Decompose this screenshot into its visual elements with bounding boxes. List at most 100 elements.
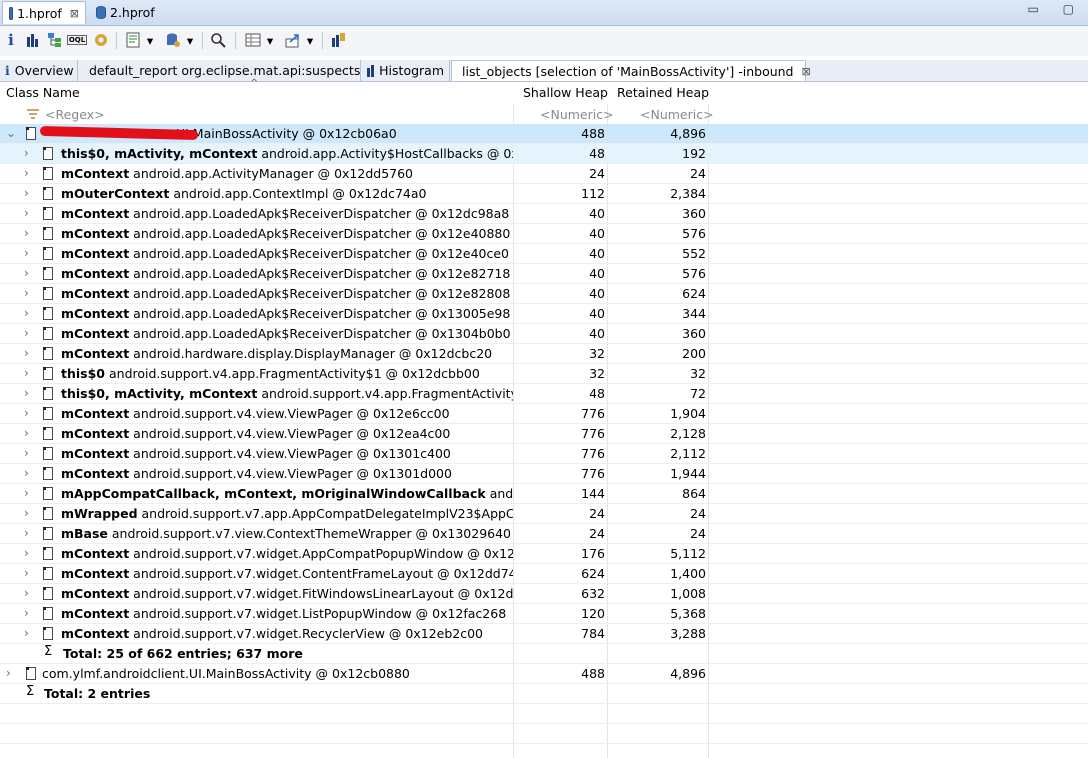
table-row[interactable]: › this$0, mActivity, mContext android.sup… bbox=[0, 384, 1088, 404]
table-row[interactable]: › mContext android.support.v4.view.ViewPa… bbox=[0, 464, 1088, 484]
column-header-retained-heap[interactable]: Retained Heap bbox=[617, 85, 709, 100]
table-row[interactable]: › mContext android.support.v4.view.ViewPa… bbox=[0, 404, 1088, 424]
table-row[interactable]: › mContext android.support.v7.widget.AppC… bbox=[0, 544, 1088, 564]
search-button[interactable] bbox=[208, 30, 228, 50]
reference-icon bbox=[43, 427, 53, 440]
run-report-dropdown[interactable]: ▾ bbox=[145, 30, 155, 50]
table-row[interactable]: › mWrapped android.support.v7.app.AppComp… bbox=[0, 504, 1088, 524]
chevron-right-icon[interactable]: › bbox=[24, 226, 29, 240]
editor-tab-2-hprof[interactable]: 2.hprof bbox=[90, 1, 162, 24]
chevron-right-icon[interactable]: › bbox=[24, 166, 29, 180]
table-row[interactable]: › this$0 android.support.v4.app.FragmentA… bbox=[0, 364, 1088, 384]
table-row[interactable]: › mContext android.support.v4.view.ViewPa… bbox=[0, 444, 1088, 464]
calculate-retained-button[interactable] bbox=[329, 30, 349, 50]
column-header-shallow-heap[interactable]: Shallow Heap bbox=[523, 85, 608, 100]
chevron-right-icon[interactable]: › bbox=[24, 466, 29, 480]
table-row[interactable]: › this$0, mActivity, mContext android.app… bbox=[0, 144, 1088, 164]
table-row[interactable]: › mContext android.app.LoadedApk$Receiver… bbox=[0, 244, 1088, 264]
chevron-right-icon[interactable]: › bbox=[24, 186, 29, 200]
chevron-right-icon[interactable]: › bbox=[24, 606, 29, 620]
export-dropdown[interactable]: ▾ bbox=[305, 30, 315, 50]
run-report-button[interactable] bbox=[123, 30, 143, 50]
reference-name: mContext android.app.LoadedApk$ReceiverD… bbox=[61, 286, 513, 301]
table-row[interactable]: › mContext android.hardware.display.Displ… bbox=[0, 344, 1088, 364]
chevron-right-icon[interactable]: › bbox=[24, 486, 29, 500]
histogram-button[interactable] bbox=[24, 30, 42, 50]
tab-overview[interactable]: i Overview bbox=[0, 60, 78, 81]
table-row[interactable]: › mContext android.app.LoadedApk$Receiver… bbox=[0, 304, 1088, 324]
table-row[interactable]: › mContext android.app.LoadedApk$Receiver… bbox=[0, 264, 1088, 284]
field-name: mContext bbox=[61, 546, 130, 561]
chevron-down-icon[interactable]: ⌄ bbox=[6, 126, 16, 140]
table-row[interactable]: › mContext android.app.ActivityManager @ … bbox=[0, 164, 1088, 184]
query-browser-button[interactable] bbox=[163, 30, 183, 50]
tab-list-objects[interactable]: list_objects [selection of 'MainBossActi… bbox=[451, 60, 811, 81]
table-row[interactable]: › mContext android.support.v7.widget.FitW… bbox=[0, 584, 1088, 604]
chevron-right-icon[interactable]: › bbox=[24, 426, 29, 440]
table-row[interactable]: › mContext android.app.LoadedApk$Receiver… bbox=[0, 224, 1088, 244]
table-row[interactable]: › mContext android.app.LoadedApk$Receiver… bbox=[0, 204, 1088, 224]
chevron-right-icon[interactable]: › bbox=[24, 366, 29, 380]
field-name: mContext bbox=[61, 406, 130, 421]
retained-heap-value: 5,368 bbox=[670, 606, 706, 621]
chevron-right-icon[interactable]: › bbox=[24, 526, 29, 540]
chevron-right-icon[interactable]: › bbox=[24, 566, 29, 580]
chevron-down-icon: ▾ bbox=[186, 32, 194, 48]
retained-heap-filter-input[interactable]: <Numeric> bbox=[640, 107, 714, 122]
chevron-right-icon[interactable]: › bbox=[24, 286, 29, 300]
tab-default-report[interactable]: default_report org.eclipse.mat.api:suspe… bbox=[79, 60, 361, 81]
subtotal-label[interactable]: Total: 25 of 662 entries; 637 more bbox=[63, 646, 303, 661]
table-row[interactable]: › mAppCompatCallback, mContext, mOriginal… bbox=[0, 484, 1088, 504]
close-icon[interactable]: ⊠ bbox=[70, 7, 79, 20]
close-icon[interactable]: ⊠ bbox=[802, 65, 811, 78]
chevron-right-icon[interactable]: › bbox=[24, 326, 29, 340]
histogram-icon bbox=[367, 64, 374, 77]
table-row-root-2[interactable]: › com.ylmf.androidclient.UI.MainBossActi… bbox=[0, 664, 1088, 684]
table-row[interactable]: › mContext android.support.v4.view.ViewPa… bbox=[0, 424, 1088, 444]
group-dropdown[interactable]: ▾ bbox=[265, 30, 275, 50]
table-row-root[interactable]: ⌄ UI.MainBossActivity @ 0x12cb06a0 488 4… bbox=[0, 124, 1088, 144]
chevron-right-icon[interactable]: › bbox=[24, 586, 29, 600]
dominator-tree-button[interactable] bbox=[46, 30, 64, 50]
chevron-right-icon[interactable]: › bbox=[24, 406, 29, 420]
minimize-icon[interactable]: ▭ bbox=[1027, 2, 1038, 16]
shallow-heap-value: 40 bbox=[589, 326, 605, 341]
class-name-filter-input[interactable]: <Regex> bbox=[45, 107, 105, 122]
chevron-right-icon[interactable]: › bbox=[24, 506, 29, 520]
reference-icon bbox=[43, 407, 53, 420]
chevron-right-icon[interactable]: › bbox=[6, 666, 11, 680]
table-row[interactable]: › mBase android.support.v7.view.ContextTh… bbox=[0, 524, 1088, 544]
sigma-icon: Σ bbox=[44, 644, 53, 659]
chevron-right-icon[interactable]: › bbox=[24, 386, 29, 400]
chevron-right-icon[interactable]: › bbox=[24, 546, 29, 560]
export-button[interactable] bbox=[283, 30, 303, 50]
chevron-right-icon[interactable]: › bbox=[24, 206, 29, 220]
table-row[interactable]: › mContext android.support.v7.widget.Recy… bbox=[0, 624, 1088, 644]
table-row[interactable]: › mOuterContext android.app.ContextImpl @… bbox=[0, 184, 1088, 204]
query-browser-dropdown[interactable]: ▾ bbox=[185, 30, 195, 50]
oql-button[interactable]: OQL bbox=[66, 30, 88, 50]
chevron-right-icon[interactable]: › bbox=[24, 626, 29, 640]
chevron-right-icon[interactable]: › bbox=[24, 266, 29, 280]
chevron-right-icon[interactable]: › bbox=[24, 146, 29, 160]
maximize-icon[interactable]: ▢ bbox=[1063, 2, 1074, 16]
group-button[interactable] bbox=[243, 30, 263, 50]
table-row[interactable]: › mContext android.support.v7.widget.List… bbox=[0, 604, 1088, 624]
thread-overview-button[interactable] bbox=[92, 30, 110, 50]
info-button[interactable]: i bbox=[4, 30, 18, 50]
tab-histogram[interactable]: Histogram bbox=[362, 60, 450, 81]
chevron-right-icon[interactable]: › bbox=[24, 306, 29, 320]
shallow-heap-filter-input[interactable]: <Numeric> bbox=[540, 107, 614, 122]
column-header-class-name[interactable]: Class Name bbox=[6, 85, 80, 100]
editor-tab-1-hprof[interactable]: 1.hprof ⊠ bbox=[2, 1, 86, 24]
table-row[interactable]: › mContext android.app.LoadedApk$Receiver… bbox=[0, 324, 1088, 344]
reference-name: mContext android.app.LoadedApk$ReceiverD… bbox=[61, 206, 513, 221]
chevron-right-icon[interactable]: › bbox=[24, 346, 29, 360]
table-row[interactable]: › mContext android.support.v7.widget.Cont… bbox=[0, 564, 1088, 584]
table-row[interactable]: › mContext android.app.LoadedApk$Receiver… bbox=[0, 284, 1088, 304]
retained-heap-value: 360 bbox=[682, 206, 706, 221]
dominator-tree-icon bbox=[48, 33, 61, 47]
chevron-right-icon[interactable]: › bbox=[24, 246, 29, 260]
reference-icon bbox=[43, 247, 53, 260]
chevron-right-icon[interactable]: › bbox=[24, 446, 29, 460]
